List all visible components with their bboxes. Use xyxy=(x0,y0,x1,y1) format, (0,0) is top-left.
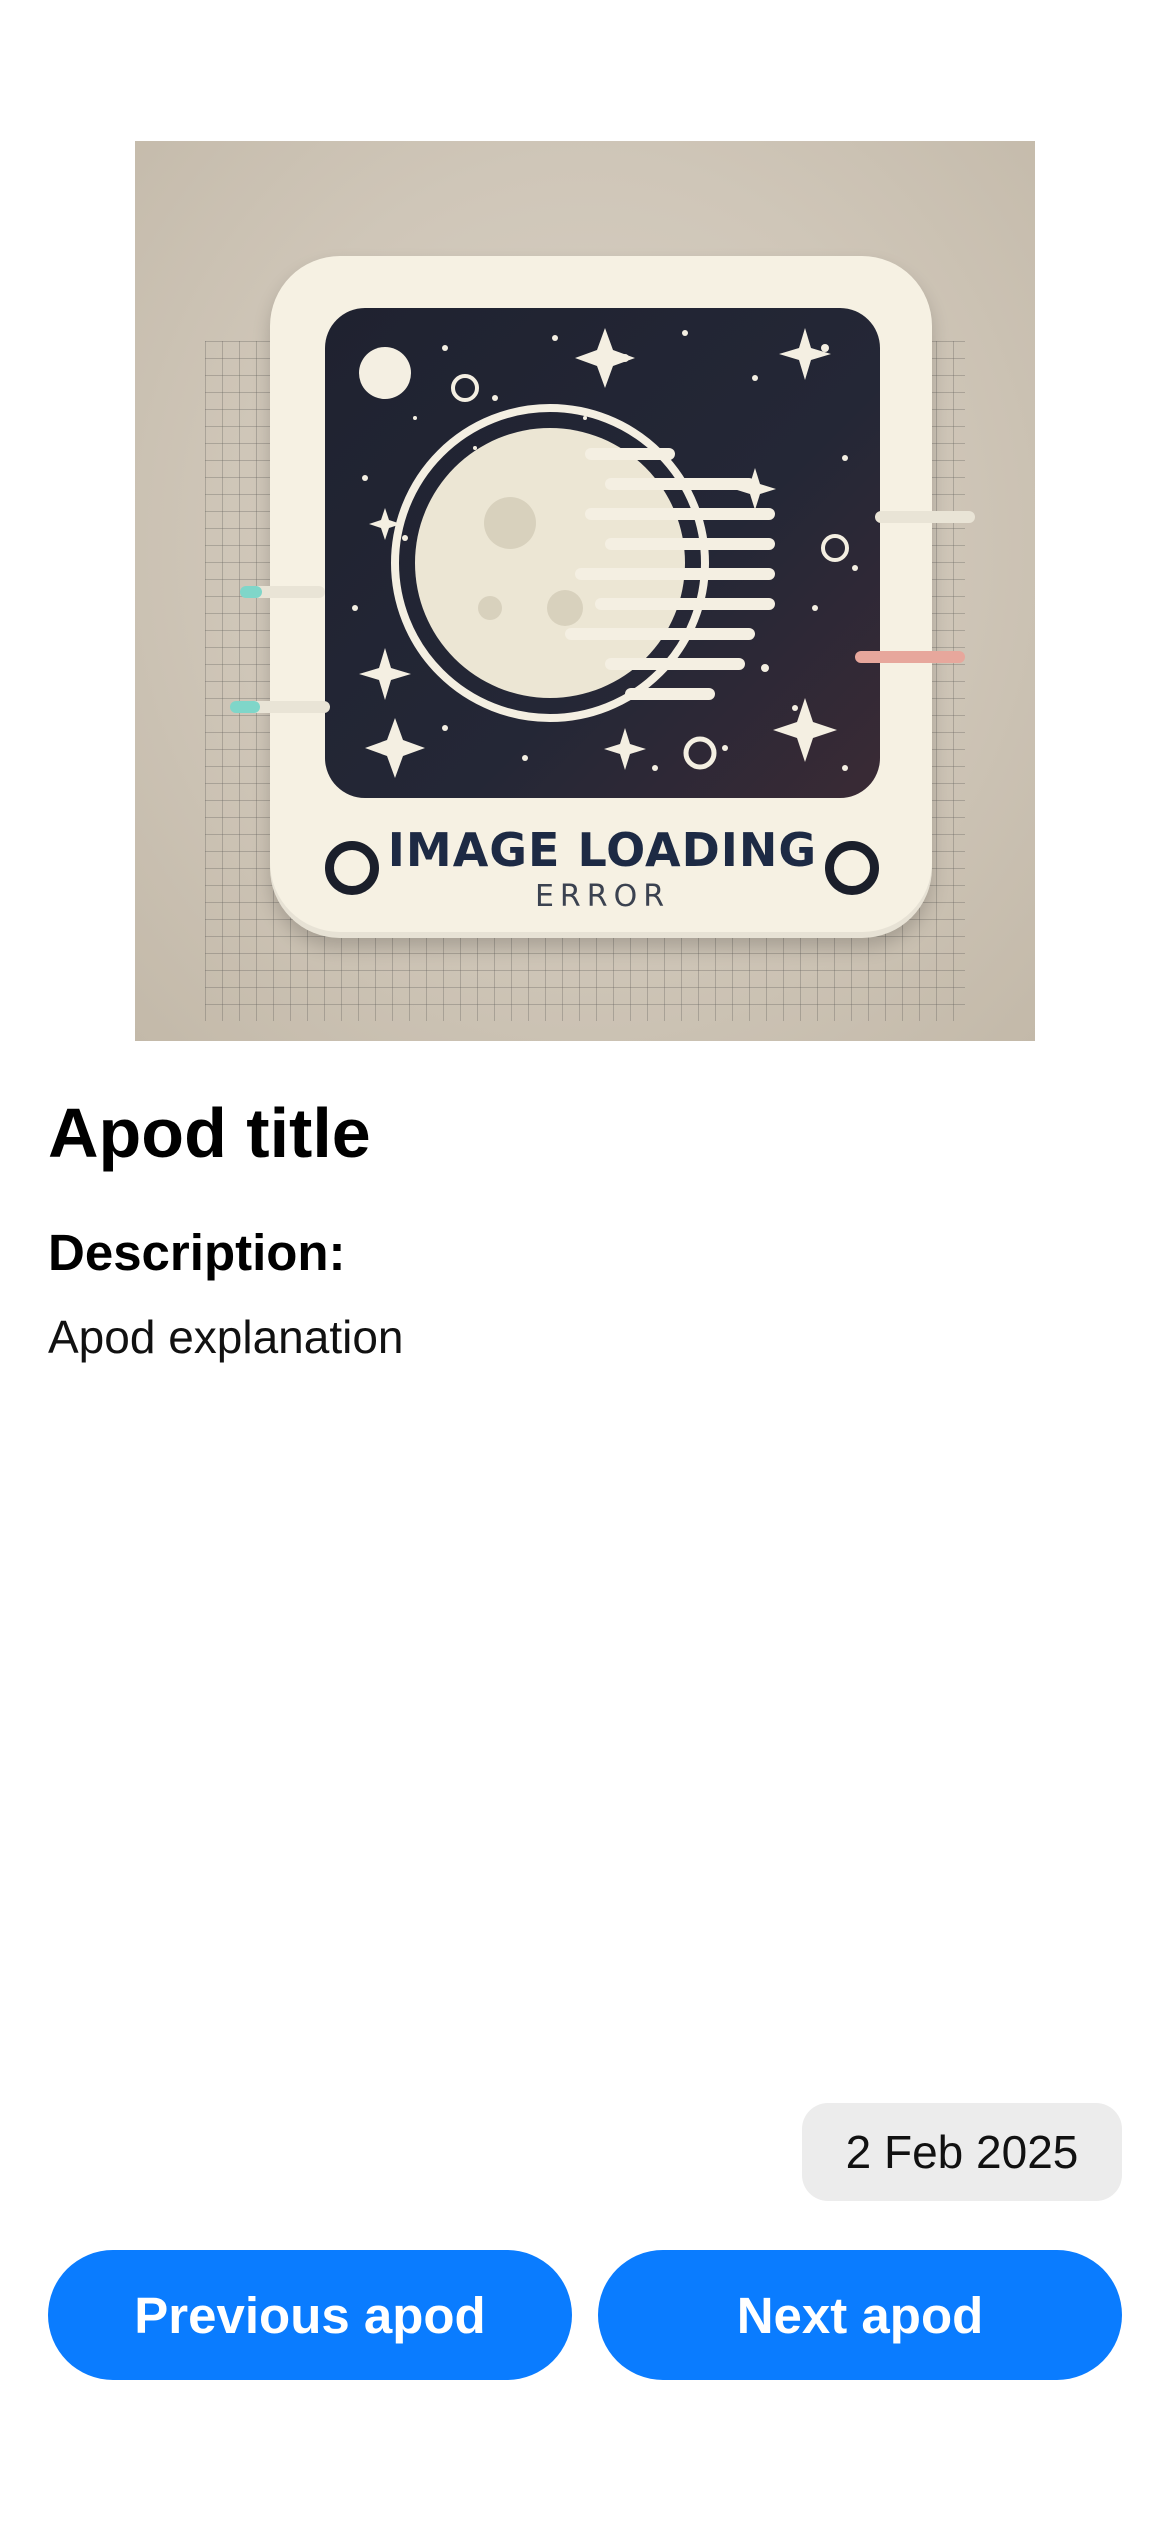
image-error-caption-sub: ERROR xyxy=(534,879,671,914)
description-label: Description: xyxy=(48,1224,346,1281)
previous-apod-button[interactable]: Previous apod xyxy=(48,2250,572,2380)
glitch-bar xyxy=(855,651,965,663)
next-apod-button[interactable]: Next apod xyxy=(598,2250,1122,2380)
moon-illustration-icon xyxy=(325,308,880,798)
glitch-bar xyxy=(240,586,262,598)
apod-image: IMAGE LOADING ERROR xyxy=(135,141,1035,1041)
apod-title: Apod title xyxy=(48,1094,371,1172)
image-error-caption: IMAGE LOADING ERROR xyxy=(325,823,880,914)
glitch-bar xyxy=(230,701,260,713)
apod-screen: IMAGE LOADING ERROR Apod title Descripti… xyxy=(0,0,1170,2532)
date-label: 2 Feb 2025 xyxy=(845,2126,1079,2178)
apod-explanation: Apod explanation xyxy=(48,1311,404,1363)
glitch-bar xyxy=(875,511,975,523)
date-chip[interactable]: 2 Feb 2025 xyxy=(802,2103,1122,2201)
image-error-caption-main: IMAGE LOADING xyxy=(387,823,818,877)
